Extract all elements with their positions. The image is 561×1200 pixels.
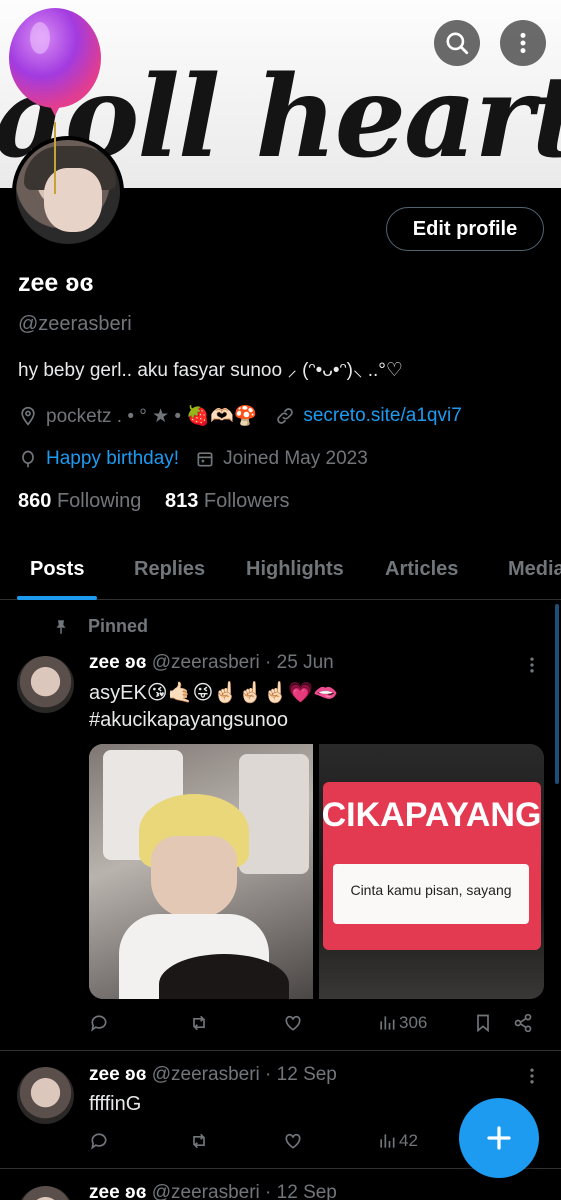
views-button[interactable]: 306	[377, 1013, 427, 1033]
reply-button[interactable]	[89, 1131, 109, 1151]
profile-handle: @zeerasberi	[18, 313, 132, 335]
post-text: ffffinG	[89, 1093, 142, 1115]
post-image-2[interactable]: CIKAPAYANG Cinta kamu pisan, sayang	[319, 744, 544, 999]
tab-posts[interactable]: Posts	[30, 558, 84, 581]
views-icon	[380, 1016, 395, 1030]
profile-tabs: Posts Replies Highlights Articles Media	[0, 548, 561, 600]
active-tab-indicator	[17, 596, 97, 600]
birthday-link[interactable]: Happy birthday!	[46, 448, 179, 470]
repost-button[interactable]	[189, 1131, 209, 1151]
post-date[interactable]: · 12 Sep	[265, 1182, 337, 1200]
post-author-handle[interactable]: @zeerasberi	[152, 652, 260, 673]
more-options-button[interactable]	[500, 20, 546, 66]
post-text: asyEK😘🤙🏻😜☝🏻☝🏻☝🏻💗🫦	[89, 682, 338, 704]
post-author-handle[interactable]: @zeerasberi	[152, 1182, 260, 1200]
search-button[interactable]	[434, 20, 480, 66]
followers-link[interactable]: 813 Followers	[165, 490, 290, 512]
repost-icon	[193, 1133, 205, 1149]
post-actions: 306	[89, 1013, 539, 1037]
profile-avatar[interactable]	[12, 136, 124, 248]
scrollbar[interactable]	[555, 604, 559, 784]
post-image-grid: CIKAPAYANG Cinta kamu pisan, sayang	[89, 744, 544, 999]
calendar-icon	[195, 449, 215, 469]
pin-icon	[56, 619, 66, 634]
post-author-name[interactable]: zee ʚɞ	[89, 1064, 146, 1085]
location-icon	[18, 406, 38, 426]
heart-icon	[285, 1015, 301, 1031]
image-sign-sub: Cinta kamu pisan, sayang	[350, 882, 512, 898]
post-author-name[interactable]: zee ʚɞ	[89, 1182, 146, 1200]
post-avatar[interactable]	[17, 656, 74, 713]
profile-name: zee ʚɞ	[18, 269, 94, 297]
post-header: zee ʚɞ @zeerasberi · 25 Jun	[89, 652, 334, 674]
post-author-name[interactable]: zee ʚɞ	[89, 652, 146, 673]
post-date[interactable]: · 12 Sep	[265, 1064, 337, 1085]
heart-icon	[285, 1133, 301, 1149]
post-author-handle[interactable]: @zeerasberi	[152, 1064, 260, 1085]
balloon-small-icon	[18, 449, 38, 469]
search-icon	[446, 32, 469, 55]
post-divider	[0, 1050, 561, 1051]
profile-meta-row-2: Happy birthday! Joined May 2023	[18, 448, 368, 470]
post-header: zee ʚɞ @zeerasberi · 12 Sep	[89, 1182, 337, 1200]
image-sign-title: CIKAPAYANG	[321, 796, 542, 834]
pinned-label: Pinned	[52, 616, 148, 637]
balloon-icon	[9, 8, 101, 116]
post-avatar[interactable]	[17, 1186, 74, 1200]
views-button[interactable]: 42	[377, 1131, 418, 1151]
more-vertical-icon[interactable]	[522, 655, 542, 675]
compose-post-button[interactable]	[459, 1098, 539, 1178]
edit-profile-button[interactable]: Edit profile	[386, 207, 544, 251]
bookmark-icon	[477, 1014, 489, 1033]
profile-meta-row-1: pocketz . • ° ★ • 🍓🫶🏻🍄 secreto.site/a1qv…	[18, 404, 462, 428]
repost-icon	[193, 1015, 205, 1031]
tab-media[interactable]: Media	[508, 558, 561, 581]
link-icon	[275, 406, 295, 426]
bookmark-button[interactable]	[473, 1013, 493, 1033]
more-vertical-icon[interactable]	[522, 1066, 542, 1086]
post-date[interactable]: · 25 Jun	[265, 652, 334, 673]
reply-icon	[91, 1133, 107, 1150]
plus-icon	[487, 1126, 511, 1150]
post-avatar[interactable]	[17, 1067, 74, 1124]
profile-website-link[interactable]: secreto.site/a1qvi7	[303, 405, 461, 427]
tab-replies[interactable]: Replies	[134, 558, 205, 581]
views-icon	[380, 1134, 395, 1148]
tab-highlights[interactable]: Highlights	[246, 558, 344, 581]
following-link[interactable]: 860 Following	[18, 490, 141, 512]
repost-button[interactable]	[189, 1013, 209, 1033]
profile-joined: Joined May 2023	[223, 448, 368, 469]
share-icon	[514, 1013, 532, 1033]
share-button[interactable]	[513, 1013, 533, 1033]
post-header: zee ʚɞ @zeerasberi · 12 Sep	[89, 1064, 337, 1086]
profile-location: pocketz . • ° ★ • 🍓🫶🏻🍄	[46, 406, 258, 427]
reply-button[interactable]	[89, 1013, 109, 1033]
balloon-string	[54, 122, 56, 194]
post-image-1[interactable]	[89, 744, 313, 999]
profile-bio: hy beby gerl.. aku fasyar sunoo ⸝ (ᵔ•ᴗ•ᵔ…	[18, 360, 403, 381]
like-button[interactable]	[283, 1013, 303, 1033]
like-button[interactable]	[283, 1131, 303, 1151]
more-vertical-icon	[520, 32, 526, 54]
follow-stats: 860 Following 813 Followers	[18, 490, 290, 513]
tab-articles[interactable]: Articles	[385, 558, 458, 581]
post-hashtag[interactable]: #akucikapayangsunoo	[89, 709, 288, 732]
reply-icon	[91, 1015, 107, 1032]
